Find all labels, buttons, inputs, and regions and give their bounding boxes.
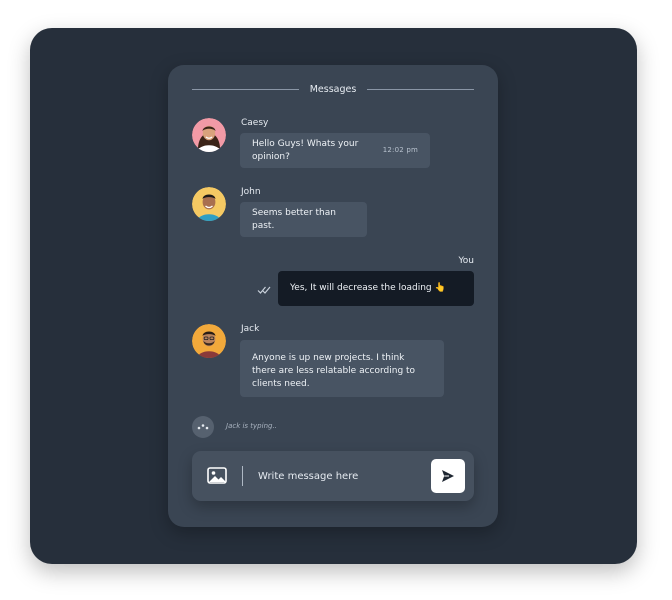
typing-status: Jack is typing.. bbox=[226, 422, 277, 430]
composer-divider bbox=[242, 466, 243, 486]
chat-header: Messages bbox=[192, 81, 474, 97]
message-text: Seems better than past. bbox=[252, 207, 336, 231]
chat-title: Messages bbox=[309, 83, 357, 95]
sender-name-you: You bbox=[458, 256, 474, 266]
double-check-icon bbox=[257, 286, 271, 294]
message-text: Anyone is up new projects. I think there… bbox=[252, 353, 416, 389]
message-bubble: Hello Guys! Whats your opinion? 12:02 pm bbox=[240, 133, 430, 168]
message-text: Yes, It will decrease the loading 👆 bbox=[290, 283, 446, 293]
send-icon bbox=[442, 470, 454, 482]
typing-indicator-icon bbox=[192, 416, 214, 438]
sender-name: John bbox=[241, 187, 261, 197]
sender-name: Caesy bbox=[241, 118, 269, 128]
avatar-caesy[interactable] bbox=[192, 118, 226, 152]
message-composer bbox=[192, 451, 474, 501]
own-message-bubble: Yes, It will decrease the loading 👆 bbox=[278, 271, 474, 306]
header-divider-right bbox=[367, 88, 474, 90]
message-bubble: Anyone is up new projects. I think there… bbox=[240, 340, 444, 397]
avatar-jack[interactable] bbox=[192, 324, 226, 358]
chat-panel: Messages Caesy Hello Guys! Whats your op… bbox=[168, 65, 498, 527]
sender-name: Jack bbox=[241, 324, 260, 334]
message-bubble: Seems better than past. bbox=[240, 202, 367, 237]
image-icon[interactable] bbox=[207, 467, 227, 484]
message-text: Hello Guys! Whats your opinion? bbox=[252, 138, 359, 162]
send-button[interactable] bbox=[431, 459, 465, 493]
message-input[interactable] bbox=[258, 466, 418, 486]
avatar-john[interactable] bbox=[192, 187, 226, 221]
message-time: 12:02 pm bbox=[382, 146, 418, 154]
header-divider-left bbox=[192, 88, 299, 90]
